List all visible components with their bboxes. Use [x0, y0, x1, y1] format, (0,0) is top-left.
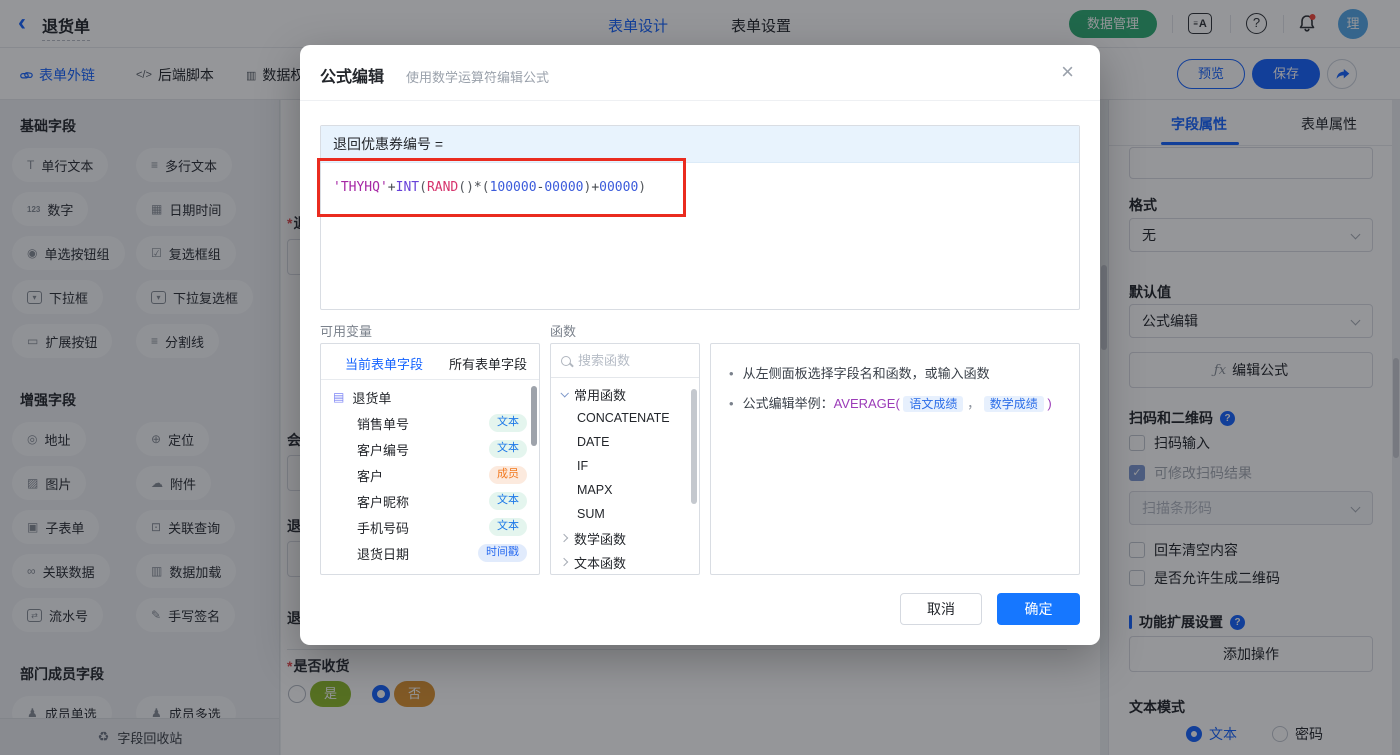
chevron-right-icon: [559, 557, 569, 567]
formula-editor-modal: 公式编辑 使用数学运算符编辑公式 × 退回优惠券编号 = 'THYHQ'+INT…: [300, 45, 1100, 645]
functions-tree: 常用函数 CONCATENATE DATE IF MAPX SUM 数学函数 文…: [551, 378, 699, 574]
modal-subtitle: 使用数学运算符编辑公式: [406, 70, 550, 85]
variables-tabs: 当前表单字段 所有表单字段: [321, 344, 539, 380]
variable-item[interactable]: 客户 成员: [321, 462, 539, 488]
confirm-button[interactable]: 确定: [997, 593, 1080, 625]
cancel-button[interactable]: 取消: [900, 593, 982, 625]
tab-all-form-fields[interactable]: 所有表单字段: [449, 354, 527, 373]
variables-list: ▤ 退货单 销售单号 文本 客户编号 文本 客户 成员 客户昵称 文本 手机号码 文本 退货…: [321, 380, 539, 566]
help-line-2: • 公式编辑举例：AVERAGE( 语文成绩 ， 数学成绩 ): [729, 395, 1052, 412]
chevron-down-icon: [560, 389, 569, 398]
formula-help-panel: • 从左侧面板选择字段名和函数，或输入函数 • 公式编辑举例：AVERAGE( 语文…: [710, 343, 1080, 575]
function-item[interactable]: SUM: [551, 502, 699, 526]
type-badge: 文本: [489, 518, 527, 536]
variable-item[interactable]: 客户编号 文本: [321, 436, 539, 462]
type-badge: 时间戳: [478, 544, 527, 562]
formula-expression-input[interactable]: 'THYHQ'+INT(RAND()*(100000-00000)+00000): [321, 163, 1079, 212]
formula-editor-box: 退回优惠券编号 = 'THYHQ'+INT(RAND()*(100000-000…: [320, 125, 1080, 310]
variable-item[interactable]: 退货日期 时间戳: [321, 540, 539, 566]
functions-panel: 常用函数 CONCATENATE DATE IF MAPX SUM 数学函数 文…: [550, 343, 700, 575]
example-field-chip: 语文成绩: [903, 395, 964, 412]
search-icon: [561, 355, 571, 366]
form-doc-icon: ▤: [333, 390, 345, 404]
example-function-open: AVERAGE(: [833, 395, 900, 411]
modal-header-divider: [300, 100, 1100, 101]
variables-panel: 当前表单字段 所有表单字段 ▤ 退货单 销售单号 文本 客户编号 文本 客户 成员 客户…: [320, 343, 540, 575]
variable-item[interactable]: 客户昵称 文本: [321, 488, 539, 514]
app-window: ‹ 退货单 表单设计 表单设置 数据管理 A ? 理 表单外链 </> 后端脚本…: [0, 0, 1400, 755]
type-badge: 文本: [489, 492, 527, 510]
chevron-right-icon: [559, 533, 569, 543]
functions-panel-label: 函数: [550, 324, 577, 339]
type-badge: 文本: [489, 440, 527, 458]
function-group-math[interactable]: 数学函数: [551, 526, 699, 550]
function-item[interactable]: DATE: [551, 430, 699, 454]
function-item[interactable]: CONCATENATE: [551, 406, 699, 430]
variable-item[interactable]: 销售单号 文本: [321, 410, 539, 436]
function-group-text[interactable]: 文本函数: [551, 550, 699, 574]
formula-target-field: 退回优惠券编号 =: [321, 126, 1079, 163]
function-group-common[interactable]: 常用函数: [551, 382, 699, 406]
function-search-input[interactable]: [578, 353, 678, 368]
functions-scrollbar-thumb[interactable]: [691, 389, 697, 504]
tab-current-form-fields[interactable]: 当前表单字段: [345, 354, 423, 373]
example-function-close: ): [1047, 395, 1052, 411]
help-line-1: • 从左侧面板选择字段名和函数，或输入函数: [729, 366, 990, 381]
variable-item[interactable]: 手机号码 文本: [321, 514, 539, 540]
function-search-box[interactable]: [551, 344, 699, 378]
function-item[interactable]: MAPX: [551, 478, 699, 502]
type-badge: 文本: [489, 414, 527, 432]
example-field-chip: 数学成绩: [983, 395, 1044, 412]
type-badge: 成员: [489, 466, 527, 484]
function-item[interactable]: IF: [551, 454, 699, 478]
variables-panel-label: 可用变量: [320, 324, 373, 339]
variables-form-root[interactable]: ▤ 退货单: [321, 384, 539, 410]
close-icon[interactable]: ×: [1061, 59, 1074, 85]
variables-scrollbar-thumb[interactable]: [531, 386, 537, 446]
modal-title: 公式编辑: [320, 69, 385, 86]
